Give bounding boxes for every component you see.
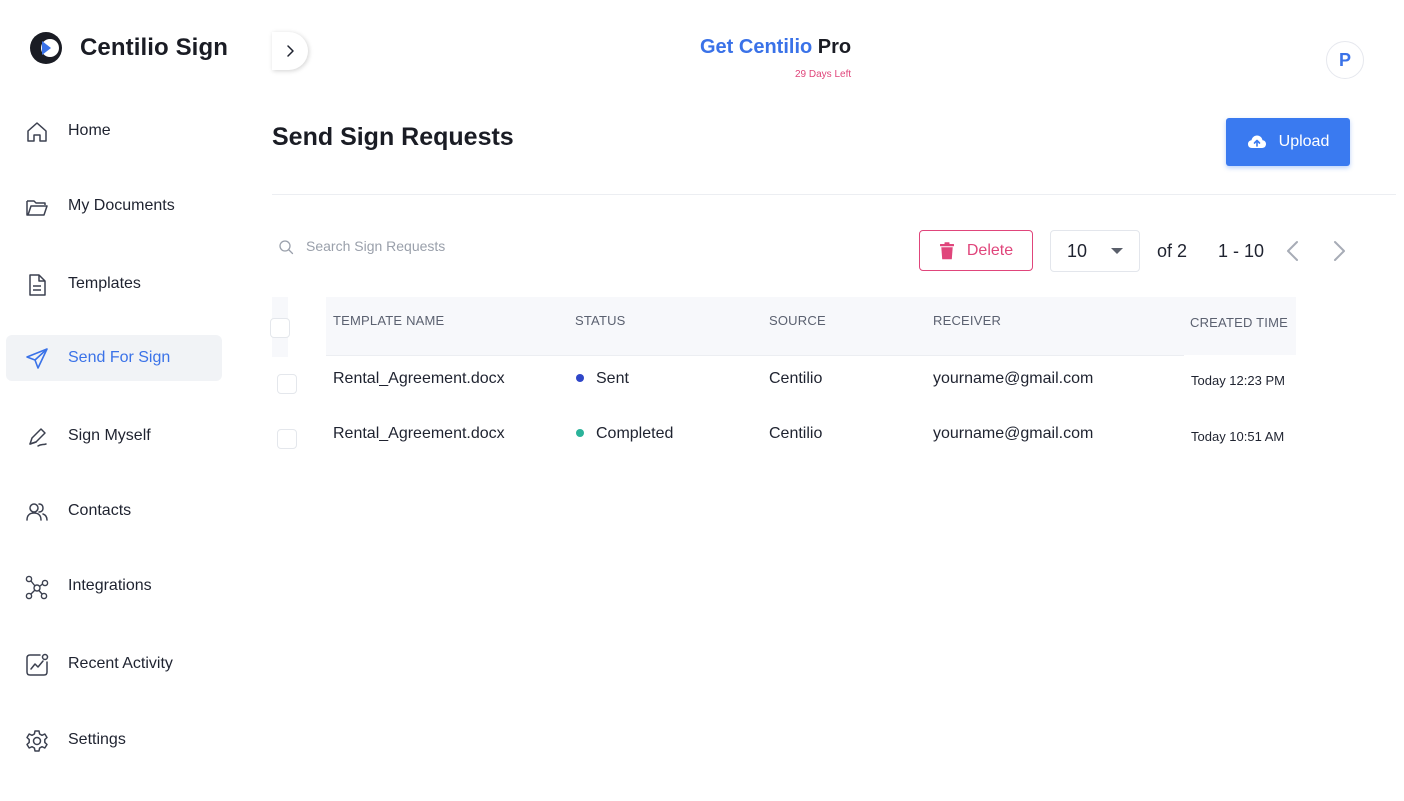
table-header-divider bbox=[326, 355, 1184, 356]
cell-created-time: Today 12:23 PM bbox=[1191, 373, 1285, 388]
cell-source: Centilio bbox=[769, 425, 823, 442]
cell-status: Sent bbox=[576, 370, 629, 388]
sidebar-toggle-button[interactable] bbox=[272, 32, 308, 70]
brand-name: Centilio Sign bbox=[80, 34, 228, 61]
row-checkbox[interactable] bbox=[277, 429, 297, 449]
search-icon bbox=[279, 240, 294, 255]
page-size-select[interactable]: 10 bbox=[1050, 230, 1140, 272]
sidebar-item-label: Send For Sign bbox=[68, 349, 171, 366]
sidebar-item-recent-activity[interactable]: Recent Activity bbox=[6, 641, 222, 687]
column-header-template-name[interactable]: TEMPLATE NAME bbox=[333, 313, 444, 328]
promo-text-pro: Pro bbox=[812, 36, 852, 58]
pen-icon bbox=[29, 428, 47, 447]
sidebar-item-settings[interactable]: Settings bbox=[6, 717, 222, 763]
delete-button-label: Delete bbox=[966, 241, 1014, 259]
activity-icon bbox=[26, 653, 49, 676]
sidebar-item-home[interactable]: Home bbox=[6, 108, 222, 154]
cloud-upload-icon bbox=[1247, 135, 1266, 148]
sidebar-item-label: Sign Myself bbox=[68, 427, 151, 444]
status-text: Sent bbox=[596, 370, 629, 387]
column-header-status[interactable]: STATUS bbox=[575, 313, 626, 328]
upload-button-label: Upload bbox=[1278, 133, 1330, 150]
promo-text-brand: Get Centilio bbox=[700, 36, 813, 58]
page-range: 1 - 10 bbox=[1218, 241, 1265, 261]
page-count: of 2 bbox=[1157, 241, 1188, 261]
brand[interactable]: Centilio Sign bbox=[28, 30, 228, 66]
column-header-receiver[interactable]: RECEIVER bbox=[933, 313, 1001, 328]
status-text: Completed bbox=[596, 425, 674, 442]
status-dot-sent bbox=[576, 373, 584, 382]
caret-down-icon bbox=[1111, 248, 1123, 254]
select-all-checkbox[interactable] bbox=[270, 318, 290, 338]
folder-icon bbox=[26, 200, 48, 216]
header-divider bbox=[272, 194, 1396, 195]
column-header-created-time[interactable]: CREATED TIME bbox=[1190, 315, 1288, 330]
sidebar-item-label: Settings bbox=[68, 731, 126, 748]
cell-receiver: yourname@gmail.com bbox=[933, 370, 1094, 387]
sidebar-item-templates[interactable]: Templates bbox=[6, 261, 222, 307]
cell-receiver: yourname@gmail.com bbox=[933, 425, 1094, 442]
upload-button[interactable]: Upload bbox=[1226, 118, 1350, 166]
search-input[interactable] bbox=[306, 235, 586, 257]
home-icon bbox=[27, 122, 47, 142]
cell-created-time: Today 10:51 AM bbox=[1191, 429, 1285, 444]
sidebar-item-label: Contacts bbox=[68, 502, 132, 519]
get-pro-link[interactable]: Get Centilio Pro bbox=[700, 36, 851, 59]
sidebar-item-integrations[interactable]: Integrations bbox=[6, 563, 222, 609]
trash-icon bbox=[939, 241, 954, 259]
trial-days-left: 29 Days Left bbox=[795, 69, 852, 80]
delete-button[interactable]: Delete bbox=[919, 230, 1033, 271]
page-size-value: 10 bbox=[1067, 240, 1088, 261]
send-icon bbox=[26, 348, 48, 369]
sidebar-item-sign-myself[interactable]: Sign Myself bbox=[6, 413, 222, 459]
sidebar-item-label: Home bbox=[68, 122, 111, 139]
cell-template-name[interactable]: Rental_Agreement.docx bbox=[333, 425, 505, 443]
row-checkbox[interactable] bbox=[277, 374, 297, 394]
previous-page-icon[interactable] bbox=[1282, 238, 1304, 264]
cell-source: Centilio bbox=[769, 370, 823, 387]
contacts-icon bbox=[26, 503, 48, 521]
status-dot-completed bbox=[576, 428, 584, 437]
cell-template-name[interactable]: Rental_Agreement.docx bbox=[333, 370, 505, 388]
sidebar: Centilio Sign Home My Documents Template… bbox=[0, 0, 240, 801]
search-box[interactable] bbox=[278, 232, 598, 260]
sidebar-item-label: My Documents bbox=[68, 197, 175, 214]
centilio-logo-icon bbox=[30, 32, 62, 64]
next-page-icon[interactable] bbox=[1328, 238, 1350, 264]
sidebar-item-label: Templates bbox=[68, 275, 141, 292]
chevron-right-icon bbox=[287, 45, 294, 57]
sidebar-item-send-for-sign[interactable]: Send For Sign bbox=[6, 335, 222, 381]
sidebar-item-contacts[interactable]: Contacts bbox=[6, 488, 222, 534]
gear-icon bbox=[26, 730, 48, 752]
cell-status: Completed bbox=[576, 425, 673, 443]
document-icon bbox=[29, 274, 46, 296]
user-avatar[interactable]: P bbox=[1326, 41, 1364, 79]
page-title: Send Sign Requests bbox=[272, 123, 514, 151]
sidebar-item-my-documents[interactable]: My Documents bbox=[6, 183, 222, 229]
sidebar-item-label: Integrations bbox=[68, 577, 152, 594]
integrations-icon bbox=[25, 575, 49, 600]
column-header-source[interactable]: SOURCE bbox=[769, 313, 826, 328]
sidebar-item-label: Recent Activity bbox=[68, 655, 173, 672]
